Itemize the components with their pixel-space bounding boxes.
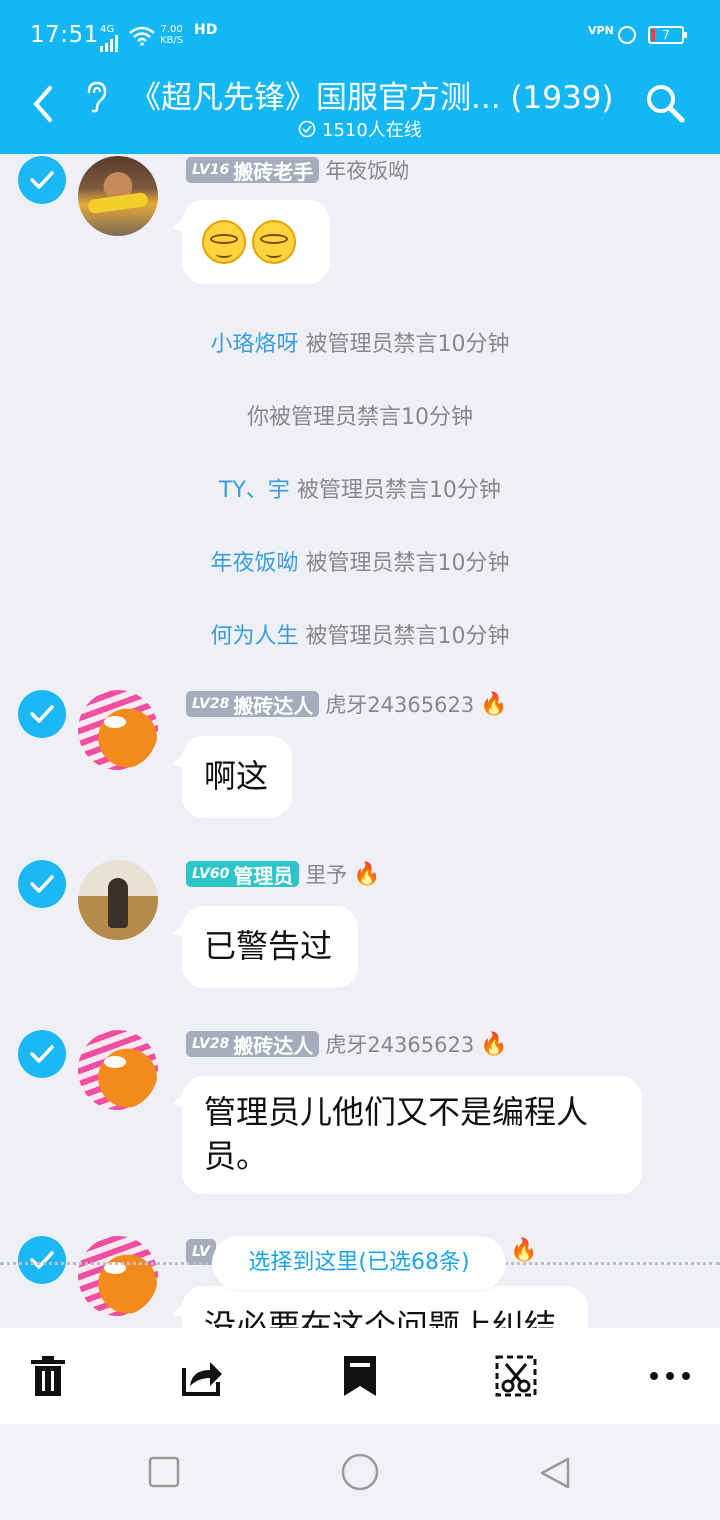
system-notice: TY、宇 被管理员禁言10分钟: [219, 478, 501, 503]
more-icon[interactable]: [648, 1354, 692, 1398]
system-nav-bar: [0, 1424, 720, 1520]
system-notice: 年夜饭呦 被管理员禁言10分钟: [210, 551, 510, 576]
fire-icon: 🔥: [480, 1031, 508, 1057]
screenshot-scissors-icon[interactable]: [494, 1354, 538, 1398]
recents-square-icon[interactable]: [148, 1456, 180, 1488]
status-time: 17:51: [30, 22, 99, 48]
sender-line: LV60 管理员 里予 🔥: [186, 860, 381, 888]
bookmark-icon[interactable]: [338, 1354, 382, 1398]
home-circle-icon[interactable]: [340, 1452, 380, 1492]
wifi-icon: [129, 26, 155, 46]
search-icon[interactable]: [644, 82, 686, 124]
select-checkbox[interactable]: [18, 156, 66, 204]
select-to-here-button[interactable]: 选择到这里(已选68条): [212, 1236, 506, 1290]
network-speed: 7.00 KB/S: [160, 24, 184, 46]
sender-line: LV28 搬砖达人 虎牙24365623 🔥: [186, 1030, 508, 1058]
avatar[interactable]: [78, 690, 158, 770]
sender-name: 虎牙24365623: [325, 693, 475, 717]
share-icon[interactable]: [180, 1354, 224, 1398]
system-notice: 小珞烙呀 被管理员禁言10分钟: [210, 332, 510, 357]
select-checkbox[interactable]: [18, 1236, 66, 1284]
trash-icon[interactable]: [26, 1354, 70, 1398]
message-bubble[interactable]: 已警告过: [172, 906, 358, 988]
status-bar: 17:51 4G 7.00 KB/S HD VPN 7: [0, 0, 720, 70]
sender-line: LV16 搬砖老手 年夜饭呦: [186, 156, 409, 184]
avatar[interactable]: [78, 156, 158, 236]
avatar[interactable]: [78, 860, 158, 940]
hd-icon: HD: [194, 22, 218, 38]
fire-icon: 🔥: [353, 861, 381, 887]
chat-header: 《超凡先锋》国服官方测... (1939) 1510人在线: [0, 70, 720, 154]
back-triangle-icon[interactable]: [538, 1456, 572, 1490]
avatar[interactable]: [78, 1236, 158, 1316]
message-bubble[interactable]: 没必要在这个问题上纠结: [172, 1286, 588, 1328]
message-bubble[interactable]: 管理员儿他们又不是编程人员。: [172, 1076, 642, 1194]
level-badge: LV16 搬砖老手: [186, 157, 320, 184]
sender-line: LV28 搬砖达人 虎牙24365623 🔥: [186, 690, 508, 718]
message-bubble[interactable]: [172, 200, 330, 284]
sender-name: 虎牙24365623: [325, 1033, 475, 1057]
check-circle-icon: [298, 120, 316, 138]
ear-icon[interactable]: [84, 80, 110, 114]
message-bubble[interactable]: 啊这: [172, 736, 292, 818]
chat-message-list[interactable]: LV16 搬砖老手 年夜饭呦 小珞烙呀 被管理员禁言10分钟 你被管理员禁言10分…: [0, 154, 720, 1328]
sender-name: 年夜饭呦: [325, 159, 410, 183]
sender-name: 里予: [305, 863, 348, 887]
back-arrow-icon[interactable]: [28, 84, 62, 124]
level-badge: LV28 搬砖达人: [186, 691, 320, 718]
select-checkbox[interactable]: [18, 1030, 66, 1078]
fire-icon: 🔥: [480, 691, 508, 717]
signal-icon: 4G: [100, 24, 118, 52]
avatar[interactable]: [78, 1030, 158, 1110]
group-title[interactable]: 《超凡先锋》国服官方测... (1939): [130, 72, 614, 117]
alarm-icon: [618, 26, 636, 44]
multi-select-toolbar: [0, 1328, 720, 1424]
grin-squint-emoji-icon: [202, 220, 246, 264]
select-checkbox[interactable]: [18, 690, 66, 738]
vpn-icon: VPN: [588, 24, 614, 37]
battery-icon: 7: [648, 26, 687, 44]
grin-squint-emoji-icon: [252, 220, 296, 264]
select-checkbox[interactable]: [18, 860, 66, 908]
admin-badge: LV60 管理员: [186, 861, 300, 888]
level-badge: LV28 搬砖达人: [186, 1031, 320, 1058]
system-notice: 你被管理员禁言10分钟: [247, 405, 473, 430]
fire-icon: 🔥: [510, 1238, 538, 1263]
online-count: 1510人在线: [298, 116, 422, 142]
system-notice: 何为人生 被管理员禁言10分钟: [210, 624, 510, 649]
